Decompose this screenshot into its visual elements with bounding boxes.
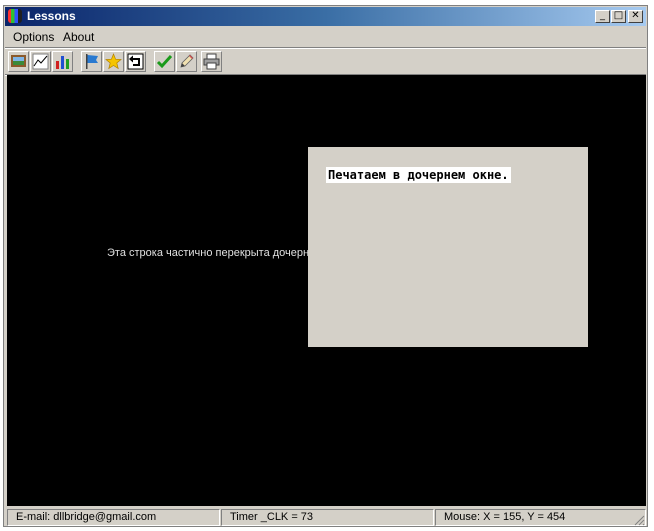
printer-icon — [203, 53, 220, 70]
menu-separator — [5, 47, 646, 49]
minimize-button[interactable]: _ — [595, 10, 610, 23]
picture-button[interactable] — [8, 51, 29, 72]
child-window[interactable]: Печатаем в дочернем окне. — [308, 147, 588, 347]
window-title: Lessons — [27, 9, 76, 23]
partially-covered-text: Эта строка частично перекрыта дочерн — [107, 247, 310, 259]
bar-chart-button[interactable] — [52, 51, 73, 72]
picture-icon — [11, 55, 26, 67]
undo-button[interactable] — [125, 51, 146, 72]
checkmark-icon — [156, 54, 173, 69]
line-chart-button[interactable] — [30, 51, 51, 72]
status-mouse: Mouse: X = 155, Y = 454 — [435, 509, 646, 526]
status-timer: Timer _CLK = 73 — [221, 509, 434, 526]
star-icon — [105, 53, 122, 70]
line-chart-icon — [32, 53, 49, 70]
pencil-button[interactable] — [176, 51, 197, 72]
title-bar[interactable]: Lessons _ □ ✕ — [5, 7, 646, 26]
flag-icon — [86, 54, 98, 69]
menu-about[interactable]: About — [60, 29, 97, 45]
close-button[interactable]: ✕ — [628, 10, 643, 23]
menu-options[interactable]: Options — [10, 29, 57, 45]
star-button[interactable] — [103, 51, 124, 72]
toolbar — [5, 50, 646, 74]
drawing-canvas[interactable]: Эта строка частично перекрыта дочерн Печ… — [7, 75, 646, 506]
app-icon — [8, 9, 22, 23]
status-email: E-mail: dllbridge@gmail.com — [7, 509, 220, 526]
check-button[interactable] — [154, 51, 175, 72]
status-bar: E-mail: dllbridge@gmail.com Timer _CLK =… — [5, 507, 646, 527]
print-button[interactable] — [201, 51, 222, 72]
pencil-icon — [180, 54, 194, 68]
main-window: Lessons _ □ ✕ Options About Эта строка ч… — [3, 5, 648, 527]
maximize-button[interactable]: □ — [611, 10, 626, 23]
undo-arrow-icon — [127, 53, 144, 70]
menu-bar: Options About — [5, 27, 646, 47]
flag-button[interactable] — [81, 51, 102, 72]
child-window-text: Печатаем в дочернем окне. — [326, 167, 511, 183]
resize-grip-icon[interactable] — [633, 514, 645, 526]
bar-chart-icon — [56, 56, 69, 69]
